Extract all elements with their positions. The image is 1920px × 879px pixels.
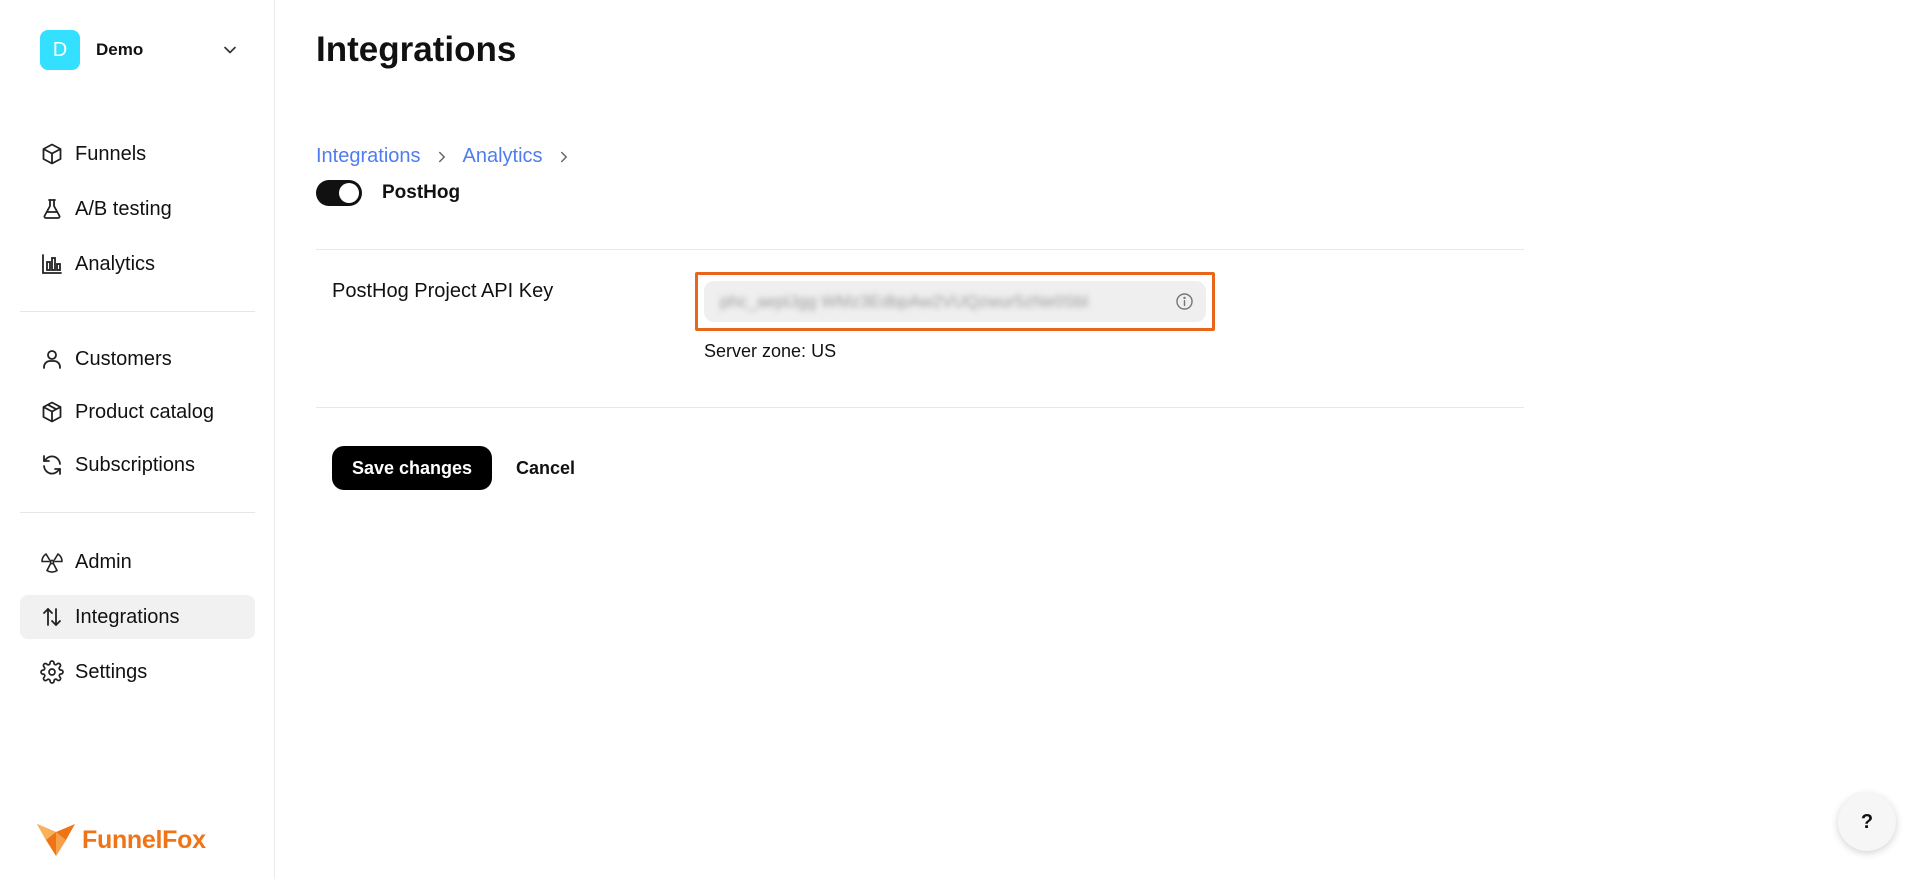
arrows-up-down-icon xyxy=(43,608,61,626)
section-divider xyxy=(316,249,1524,250)
sidebar-item-analytics[interactable]: Analytics xyxy=(20,242,255,286)
api-key-label: PostHog Project API Key xyxy=(332,280,554,302)
help-button[interactable]: ? xyxy=(1838,793,1896,851)
sidebar-item-ab-testing[interactable]: A/B testing xyxy=(20,187,255,231)
info-icon[interactable] xyxy=(1175,292,1194,311)
sidebar-item-subscriptions[interactable]: Subscriptions xyxy=(20,443,255,487)
fox-logo-icon xyxy=(37,824,75,856)
bar-chart-icon xyxy=(42,254,62,274)
toggle-knob xyxy=(339,183,359,203)
box-icon xyxy=(42,401,62,423)
brand-logo: FunnelFox xyxy=(36,822,206,858)
sidebar-item-integrations[interactable]: Integrations xyxy=(20,595,255,639)
workspace-name: Demo xyxy=(96,40,144,59)
provider-name: PostHog xyxy=(382,182,461,203)
sidebar-item-label: Subscriptions xyxy=(75,453,196,476)
radiation-icon xyxy=(41,553,63,573)
chevron-right-icon xyxy=(438,151,445,162)
chevron-right-icon xyxy=(560,151,567,162)
sidebar-item-funnels[interactable]: Funnels xyxy=(20,132,255,176)
cube-icon xyxy=(42,143,62,165)
flask-icon xyxy=(43,199,61,219)
user-icon xyxy=(43,350,61,369)
brand-name: FunnelFox xyxy=(82,825,206,854)
api-key-field[interactable]: phc_aeplJgg WMz3EdbpAw2VUQzwur5zNe0Sbl xyxy=(704,281,1206,322)
provider-enabled-toggle[interactable] xyxy=(316,180,362,206)
sidebar-item-label: Settings xyxy=(75,660,148,683)
gear-icon xyxy=(40,660,64,684)
server-zone-label: Server zone: xyxy=(704,341,807,361)
breadcrumb-analytics[interactable]: Analytics xyxy=(463,145,543,168)
nav-divider xyxy=(20,512,255,513)
cancel-button[interactable]: Cancel xyxy=(504,446,587,490)
sidebar-item-label: Customers xyxy=(75,347,172,370)
server-zone-value: US xyxy=(811,341,837,361)
nav-divider xyxy=(20,311,255,312)
sidebar-item-admin[interactable]: Admin xyxy=(20,540,255,584)
sidebar-item-customers[interactable]: Customers xyxy=(20,337,255,381)
workspace-avatar: D xyxy=(40,30,80,70)
sidebar-item-label: Analytics xyxy=(75,252,156,275)
sidebar-item-product-catalog[interactable]: Product catalog xyxy=(20,390,255,434)
sidebar-item-label: Product catalog xyxy=(75,400,214,423)
chevron-down-icon xyxy=(224,46,236,54)
breadcrumb: Integrations Analytics xyxy=(316,145,585,168)
workspace-switcher[interactable]: D Demo xyxy=(40,30,270,70)
sidebar-item-label: Admin xyxy=(75,550,132,573)
page-title: Integrations xyxy=(316,30,517,69)
breadcrumb-integrations[interactable]: Integrations xyxy=(316,145,421,168)
sidebar-item-label: A/B testing xyxy=(75,197,172,220)
server-zone: Server zone: US xyxy=(704,341,836,362)
sidebar: D Demo Funnels A/B testing Analytics Cus… xyxy=(0,0,275,879)
sidebar-item-label: Funnels xyxy=(75,142,147,165)
save-changes-button[interactable]: Save changes xyxy=(332,446,492,490)
sidebar-item-label: Integrations xyxy=(75,605,180,628)
sidebar-item-settings[interactable]: Settings xyxy=(20,650,255,694)
provider-header: PostHog xyxy=(316,180,460,206)
refresh-icon xyxy=(43,455,61,475)
api-key-value: phc_aeplJgg WMz3EdbpAw2VUQzwur5zNe0Sbl xyxy=(720,291,1089,311)
section-divider xyxy=(316,407,1524,408)
